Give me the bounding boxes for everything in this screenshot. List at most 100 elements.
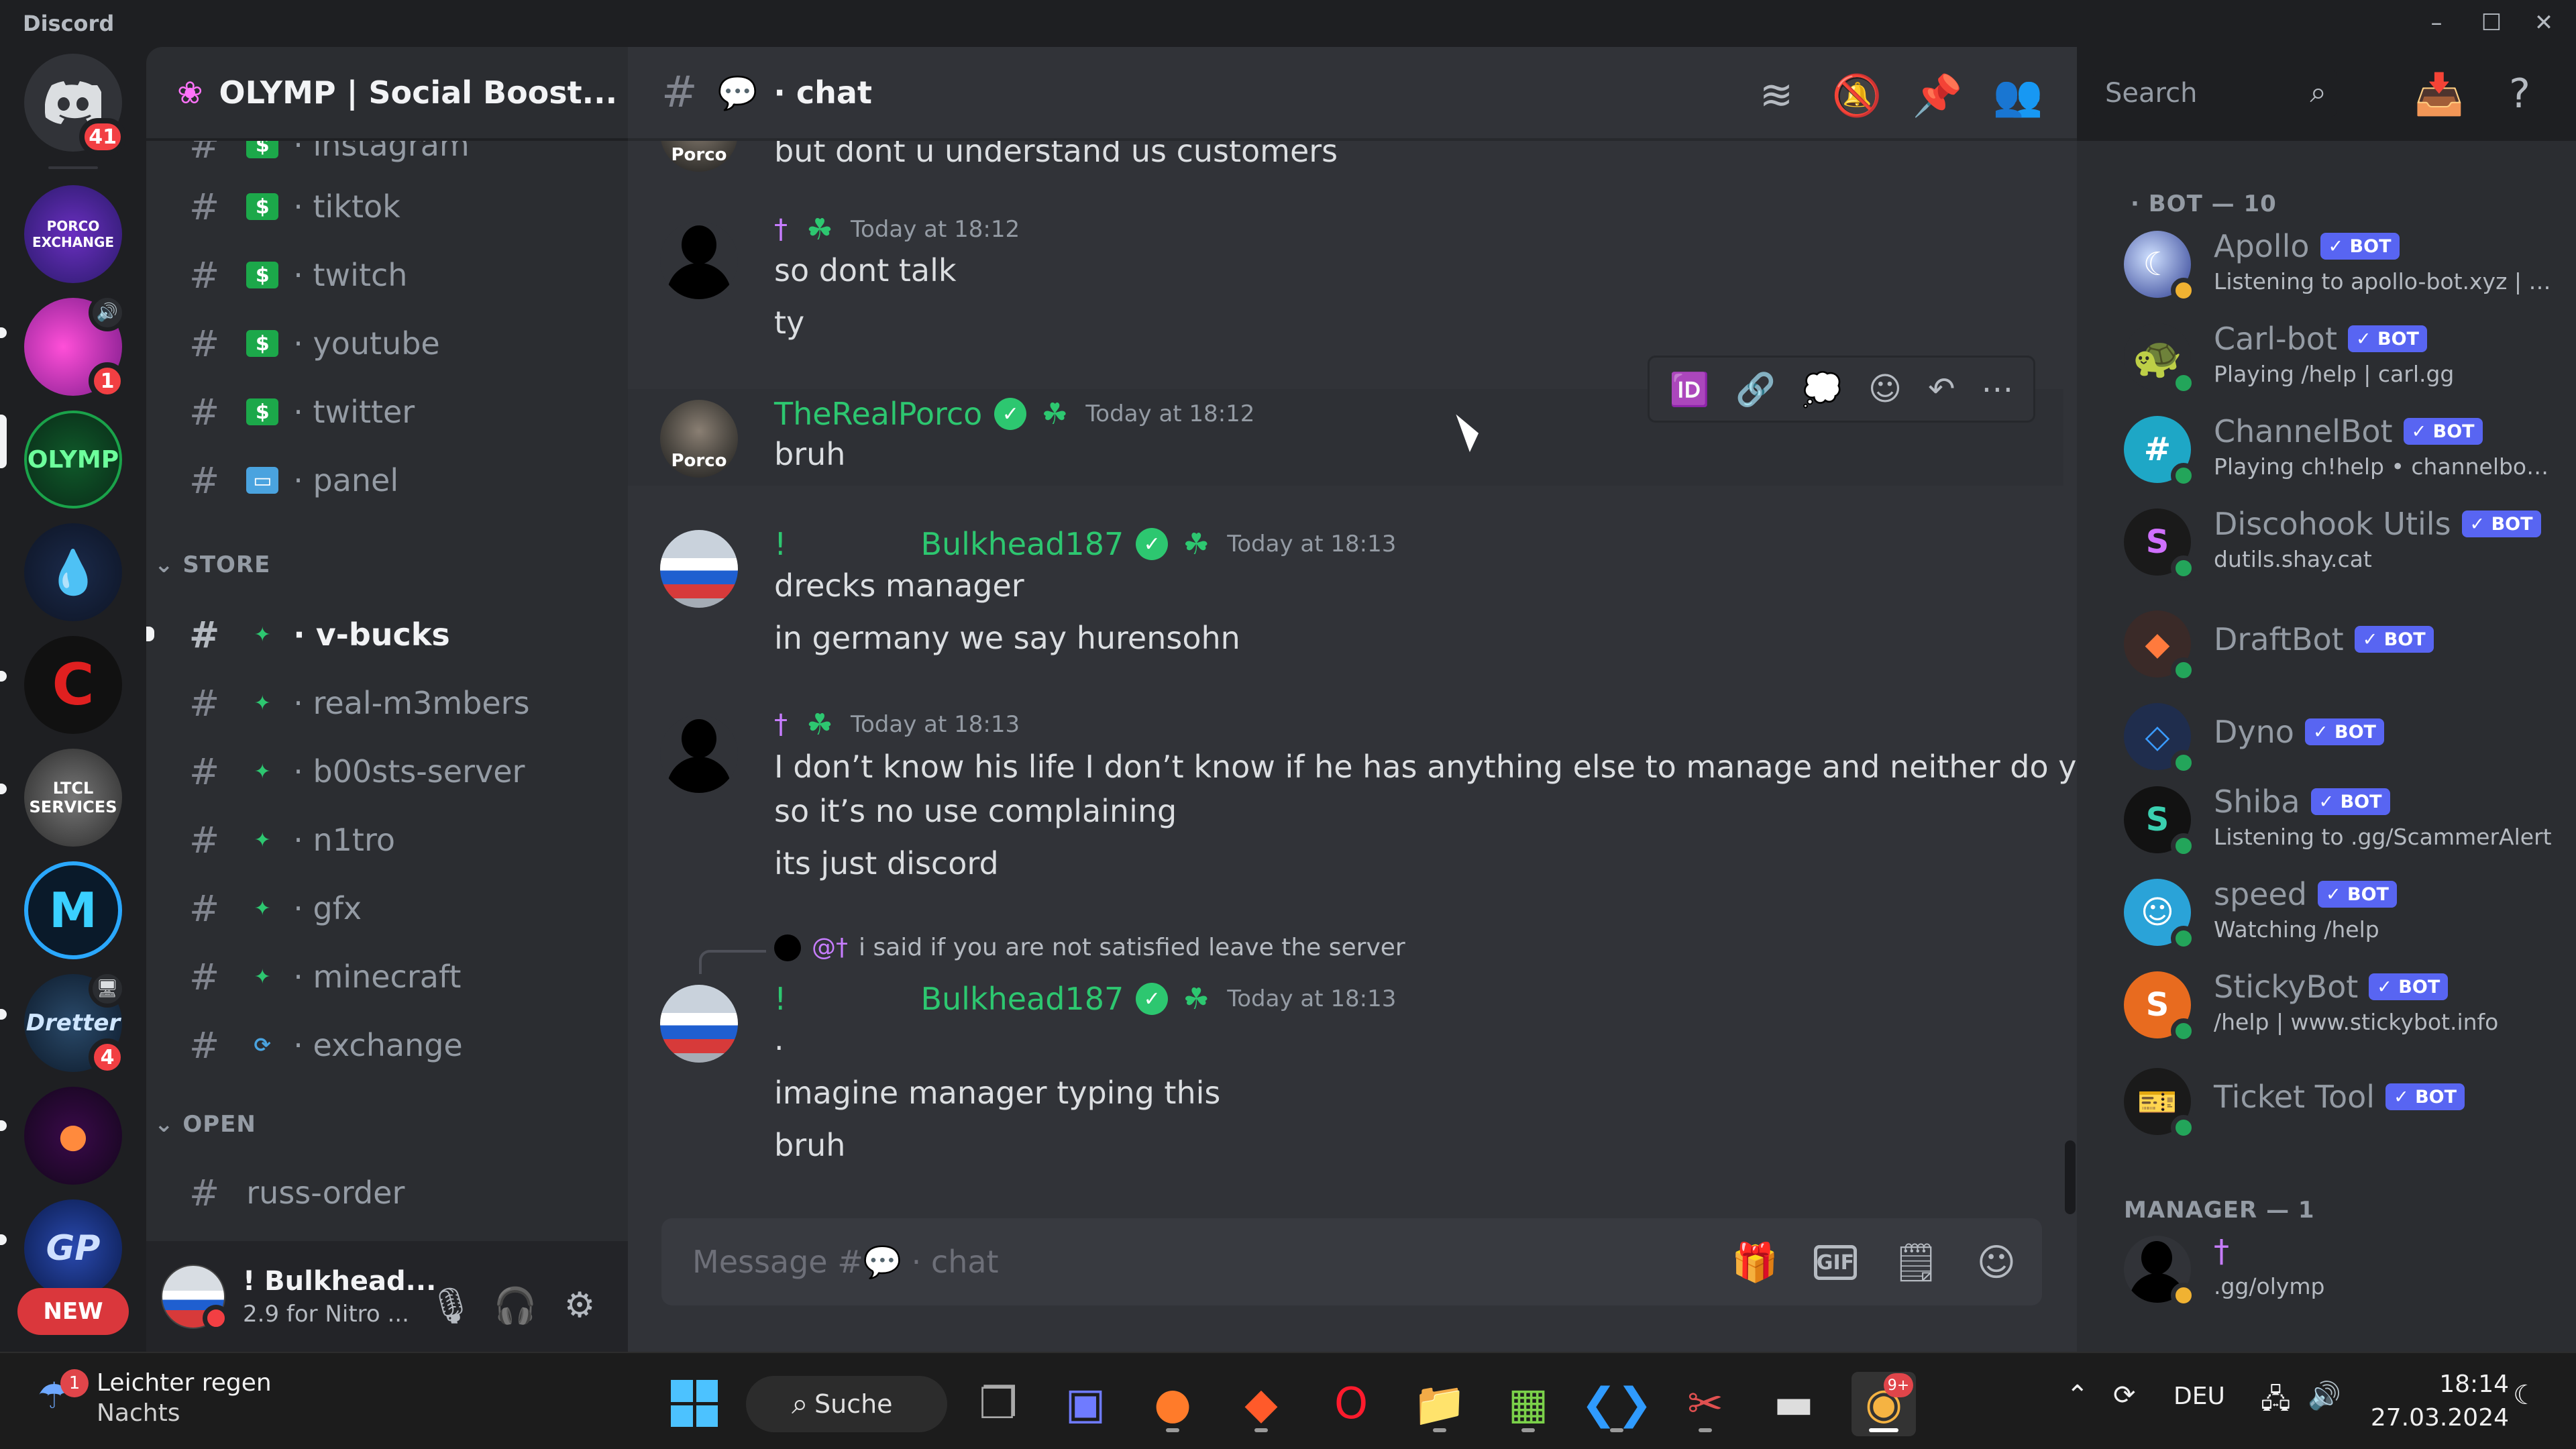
- channel-b00sts-server[interactable]: # ✦ · b00sts-server: [173, 741, 602, 802]
- member-manager[interactable]: † .gg/olymp: [2124, 1229, 2553, 1309]
- network-icon[interactable]: 🖧: [2261, 1380, 2291, 1426]
- category-store[interactable]: ⌄ STORE: [154, 551, 270, 578]
- inbox-icon[interactable]: 📥: [2411, 70, 2467, 118]
- reply-icon[interactable]: ↶: [1928, 370, 1955, 408]
- server-flame[interactable]: ●: [24, 1087, 122, 1185]
- pin-icon[interactable]: 📌: [1909, 71, 1966, 119]
- avatar[interactable]: [660, 221, 738, 299]
- author-prefix[interactable]: !: [774, 526, 786, 562]
- brave-icon[interactable]: ◆: [1229, 1372, 1293, 1436]
- avatar[interactable]: [660, 985, 738, 1063]
- channel-panel[interactable]: # ▭ · panel: [173, 449, 602, 511]
- author-prefix[interactable]: †: [774, 214, 788, 245]
- thread-icon[interactable]: 💭: [1802, 370, 1842, 409]
- member-dyno[interactable]: ◇ Dyno ✓ BOT: [2124, 696, 2553, 777]
- weather-widget[interactable]: ☂ 1 Leichter regen Nachts: [38, 1369, 272, 1427]
- server-pink[interactable]: 🔊 1: [24, 294, 126, 400]
- moon-icon[interactable]: ☾: [2513, 1380, 2537, 1411]
- meet-icon[interactable]: ▣: [1053, 1372, 1118, 1436]
- channel-tiktok[interactable]: # $ · tiktok: [173, 176, 602, 237]
- opera-icon[interactable]: O: [1319, 1372, 1383, 1436]
- sync-icon[interactable]: ⟳: [2113, 1380, 2136, 1411]
- channel-twitter[interactable]: # $ · twitter: [173, 381, 602, 443]
- vscode-icon[interactable]: ❮❯: [1580, 1372, 1653, 1436]
- server-dretter[interactable]: Dretter 🖥 4: [24, 970, 126, 1076]
- channel-russ-order[interactable]: # russ-order: [173, 1162, 602, 1224]
- emoji-icon[interactable]: ☺: [1971, 1237, 2022, 1288]
- scrollbar[interactable]: [2065, 1140, 2076, 1214]
- channel-twitch[interactable]: # $ · twitch: [173, 244, 602, 306]
- member-carl-bot[interactable]: 🐢 Carl-bot ✓ BOT Playing /help | carl.gg: [2124, 317, 2553, 397]
- gift-icon[interactable]: 🎁: [1729, 1237, 1780, 1288]
- windows-start-icon[interactable]: [671, 1380, 718, 1427]
- author-name[interactable]: TheRealPorco: [774, 396, 982, 432]
- author-name[interactable]: Bulkhead187: [920, 526, 1124, 562]
- channel-n1tro[interactable]: # ✦ · n1tro: [173, 809, 602, 871]
- threads-icon[interactable]: ≋: [1748, 71, 1805, 119]
- discord-taskbar-icon[interactable]: ◉ 9+: [1851, 1372, 1916, 1436]
- channel-minecraft[interactable]: # ✦ · minecraft: [173, 946, 602, 1008]
- home-button[interactable]: 41: [24, 54, 126, 156]
- server-water[interactable]: 💧: [24, 523, 122, 621]
- channel-exchange[interactable]: # ⟳ · exchange: [173, 1014, 602, 1076]
- clock[interactable]: 18:14 27.03.2024: [2361, 1368, 2509, 1435]
- server-gp[interactable]: GP: [24, 1199, 122, 1297]
- avatar[interactable]: Porco: [660, 141, 738, 172]
- server-m[interactable]: M: [24, 861, 122, 959]
- idle-status-icon: [2171, 278, 2196, 303]
- members-icon[interactable]: 👥: [1990, 71, 2046, 119]
- bell-slash-icon[interactable]: 🔕: [1829, 71, 1885, 119]
- copy-id-icon[interactable]: 🆔: [1670, 370, 1710, 409]
- volume-icon[interactable]: 🔊: [2308, 1380, 2341, 1411]
- avatar[interactable]: [660, 715, 738, 793]
- channel-youtube[interactable]: # $ · youtube: [173, 313, 602, 374]
- task-view-icon[interactable]: ❐: [966, 1372, 1030, 1436]
- gear-icon[interactable]: ⚙: [553, 1279, 606, 1332]
- channel-v-bucks[interactable]: # ✦ · v-bucks: [173, 604, 602, 665]
- minecraft-icon[interactable]: ▦: [1496, 1372, 1560, 1436]
- new-badge[interactable]: NEW: [17, 1288, 129, 1335]
- add-reaction-icon[interactable]: ☺: [1868, 370, 1902, 408]
- headphones-icon[interactable]: 🎧: [488, 1279, 542, 1332]
- server-olymp[interactable]: OLYMP: [24, 411, 122, 508]
- channel-gfx[interactable]: # ✦ · gfx: [173, 877, 602, 939]
- channel-real-m3mbers[interactable]: # ✦ · real-m3mbers: [173, 672, 602, 734]
- server-ltcl[interactable]: LTCL SERVICES: [24, 749, 122, 847]
- language-indicator[interactable]: DEU: [2174, 1383, 2225, 1410]
- avatar[interactable]: [660, 530, 738, 608]
- author-name[interactable]: Bulkhead187: [920, 981, 1124, 1017]
- member-apollo[interactable]: ☾ Apollo ✓ BOT Listening to apollo-bot.xy…: [2124, 224, 2556, 305]
- reply-preview[interactable]: @† i said if you are not satisfied leave…: [774, 934, 1405, 961]
- gif-icon[interactable]: GIF: [1810, 1237, 1861, 1288]
- user-avatar[interactable]: [161, 1264, 229, 1332]
- help-icon[interactable]: ?: [2491, 70, 2548, 118]
- member-discohook-utils[interactable]: S Discohook Utils ✓ BOT dutils.shay.cat: [2124, 502, 2553, 582]
- close-button[interactable]: ✕: [2512, 5, 2576, 40]
- file-explorer-icon[interactable]: 📁: [1407, 1372, 1472, 1436]
- member-shiba[interactable]: S Shiba ✓ BOT Listening to .gg/ScammerAle…: [2124, 780, 2553, 860]
- author-prefix[interactable]: !: [774, 981, 786, 1017]
- mic-icon[interactable]: 🎙: [424, 1279, 478, 1332]
- server-porco-exchange[interactable]: PORCO EXCHANGE: [24, 185, 122, 283]
- search-box[interactable]: Search ⌕: [2093, 70, 2337, 117]
- server-c[interactable]: C: [24, 636, 122, 734]
- link-icon[interactable]: 🔗: [1735, 370, 1776, 409]
- channel-instagram[interactable]: # $ · instagram: [173, 141, 602, 176]
- message-input[interactable]: [692, 1244, 1699, 1280]
- category-open[interactable]: ⌄ OPEN: [154, 1111, 256, 1138]
- member-channelbot[interactable]: # ChannelBot ✓ BOT Playing ch!help • chan…: [2124, 409, 2556, 490]
- author-prefix[interactable]: †: [774, 709, 788, 740]
- sticker-icon[interactable]: 🗒: [1890, 1237, 1941, 1288]
- firefox-icon[interactable]: ●: [1140, 1372, 1205, 1436]
- taskbar-search[interactable]: ⌕ Suche: [746, 1376, 947, 1432]
- snipping-tool-icon[interactable]: ✂: [1673, 1372, 1737, 1436]
- member-draftbot[interactable]: ◆ DraftBot ✓ BOT: [2124, 604, 2553, 684]
- terminal-icon[interactable]: ▬: [1762, 1372, 1826, 1436]
- member-stickybot[interactable]: S StickyBot ✓ BOT /help | www.stickybot.i…: [2124, 965, 2553, 1045]
- member-speed[interactable]: ☺ speed ✓ BOT Watching /help: [2124, 872, 2553, 953]
- avatar[interactable]: Porco: [660, 400, 738, 478]
- more-icon[interactable]: ⋯: [1981, 370, 2013, 408]
- guild-header[interactable]: ❀ OLYMP | Social Boost... ⌄: [146, 47, 628, 141]
- chevron-up-icon[interactable]: ⌃: [2066, 1380, 2089, 1411]
- member-ticket-tool[interactable]: 🎫 Ticket Tool ✓ BOT: [2124, 1061, 2553, 1142]
